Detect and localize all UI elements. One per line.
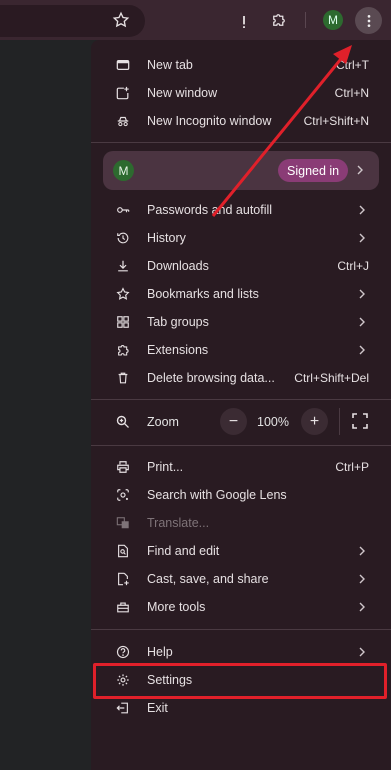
- menu-item-new-tab[interactable]: New tab Ctrl+T: [91, 51, 391, 79]
- new-window-icon: [115, 85, 131, 101]
- menu-item-label: New Incognito window: [147, 114, 272, 128]
- zoom-row: Zoom − 100% +: [91, 406, 391, 438]
- menu-item-find-and-edit[interactable]: Find and edit: [91, 537, 391, 565]
- menu-item-label: Bookmarks and lists: [147, 287, 259, 301]
- chevron-right-icon: [359, 317, 365, 327]
- menu-item-bookmarks[interactable]: Bookmarks and lists: [91, 280, 391, 308]
- menu-item-label: Search with Google Lens: [147, 488, 287, 502]
- lens-icon: [115, 487, 131, 503]
- extensions-puzzle-icon[interactable]: [268, 9, 290, 31]
- profile-avatar[interactable]: M: [323, 10, 343, 30]
- menu-item-translate: Translate...: [91, 509, 391, 537]
- browser-toolbar: M: [0, 0, 391, 40]
- menu-item-passwords[interactable]: Passwords and autofill: [91, 196, 391, 224]
- menu-item-downloads[interactable]: Downloads Ctrl+J: [91, 252, 391, 280]
- menu-item-extensions[interactable]: Extensions: [91, 336, 391, 364]
- menu-item-print[interactable]: Print... Ctrl+P: [91, 453, 391, 481]
- translate-icon: [115, 515, 131, 531]
- shortcut-label: Ctrl+T: [336, 58, 369, 72]
- shortcut-label: Ctrl+N: [334, 86, 369, 100]
- menu-item-cast-save-share[interactable]: Cast, save, and share: [91, 565, 391, 593]
- menu-divider: [91, 629, 391, 630]
- menu-item-label: Exit: [147, 701, 168, 715]
- signed-in-badge: Signed in: [278, 159, 349, 182]
- shortcut-label: Ctrl+P: [335, 460, 369, 474]
- zoom-separator: [339, 408, 340, 435]
- new-tab-icon: [115, 57, 131, 73]
- chevron-right-icon: [359, 602, 365, 612]
- menu-item-history[interactable]: History: [91, 224, 391, 252]
- menu-divider: [91, 399, 391, 400]
- menu-item-more-tools[interactable]: More tools: [91, 593, 391, 621]
- cast-icon: [115, 571, 131, 587]
- toolbar-separator: [305, 12, 306, 28]
- menu-divider: [91, 445, 391, 446]
- fullscreen-icon[interactable]: [351, 412, 369, 430]
- profile-avatar: M: [113, 160, 134, 181]
- chevron-right-icon: [359, 546, 365, 556]
- toolbox-icon: [115, 599, 131, 615]
- menu-item-label: Downloads: [147, 259, 209, 273]
- menu-item-label: Cast, save, and share: [147, 572, 269, 586]
- history-icon: [115, 230, 131, 246]
- menu-divider: [91, 142, 391, 143]
- menu-item-tab-groups[interactable]: Tab groups: [91, 308, 391, 336]
- shortcut-label: Ctrl+Shift+Del: [294, 371, 369, 385]
- menu-item-google-lens[interactable]: Search with Google Lens: [91, 481, 391, 509]
- alert-icon[interactable]: [239, 11, 249, 33]
- print-icon: [115, 459, 131, 475]
- chevron-right-icon: [359, 574, 365, 584]
- settings-highlight-box: [93, 663, 387, 699]
- menu-item-new-incognito-window[interactable]: New Incognito window Ctrl+Shift+N: [91, 107, 391, 135]
- chevron-right-icon: [357, 165, 363, 175]
- zoom-value: 100%: [257, 415, 289, 429]
- menu-item-label: Delete browsing data...: [147, 371, 275, 385]
- menu-item-label: Tab groups: [147, 315, 209, 329]
- chevron-right-icon: [359, 233, 365, 243]
- key-icon: [115, 202, 131, 218]
- find-icon: [115, 543, 131, 559]
- more-vertical-icon: [367, 14, 370, 27]
- menu-item-label: New window: [147, 86, 218, 100]
- menu-kebab-button[interactable]: [355, 7, 382, 34]
- menu-item-label: More tools: [147, 600, 206, 614]
- chevron-right-icon: [359, 345, 365, 355]
- puzzle-icon: [115, 342, 131, 358]
- tab-groups-icon: [115, 314, 131, 330]
- menu-item-label: New tab: [147, 58, 193, 72]
- zoom-out-button[interactable]: −: [220, 408, 247, 435]
- star-icon: [115, 286, 131, 302]
- menu-item-label: Passwords and autofill: [147, 203, 273, 217]
- chevron-right-icon: [359, 205, 365, 215]
- bookmark-star-icon[interactable]: [110, 9, 132, 31]
- incognito-icon: [115, 113, 131, 129]
- download-icon: [115, 258, 131, 274]
- menu-item-label: Extensions: [147, 343, 209, 357]
- chrome-main-menu: New tab Ctrl+T New window Ctrl+N New Inc…: [91, 40, 391, 770]
- zoom-magnifier-icon: [116, 415, 129, 428]
- menu-item-label: Print...: [147, 460, 184, 474]
- menu-item-label: Translate...: [147, 516, 210, 530]
- menu-item-help[interactable]: Help: [91, 638, 391, 666]
- chevron-right-icon: [359, 289, 365, 299]
- exit-icon: [115, 700, 131, 716]
- zoom-in-button[interactable]: +: [301, 408, 328, 435]
- menu-item-label: Help: [147, 645, 173, 659]
- trash-icon: [115, 370, 131, 386]
- menu-item-label: History: [147, 231, 186, 245]
- shortcut-label: Ctrl+J: [337, 259, 369, 273]
- zoom-label: Zoom: [147, 415, 179, 429]
- help-icon: [115, 644, 131, 660]
- chevron-right-icon: [359, 647, 365, 657]
- shortcut-label: Ctrl+Shift+N: [303, 114, 369, 128]
- menu-item-delete-browsing-data[interactable]: Delete browsing data... Ctrl+Shift+Del: [91, 364, 391, 392]
- profile-row[interactable]: M Signed in: [103, 151, 379, 190]
- menu-item-new-window[interactable]: New window Ctrl+N: [91, 79, 391, 107]
- menu-item-label: Find and edit: [147, 544, 220, 558]
